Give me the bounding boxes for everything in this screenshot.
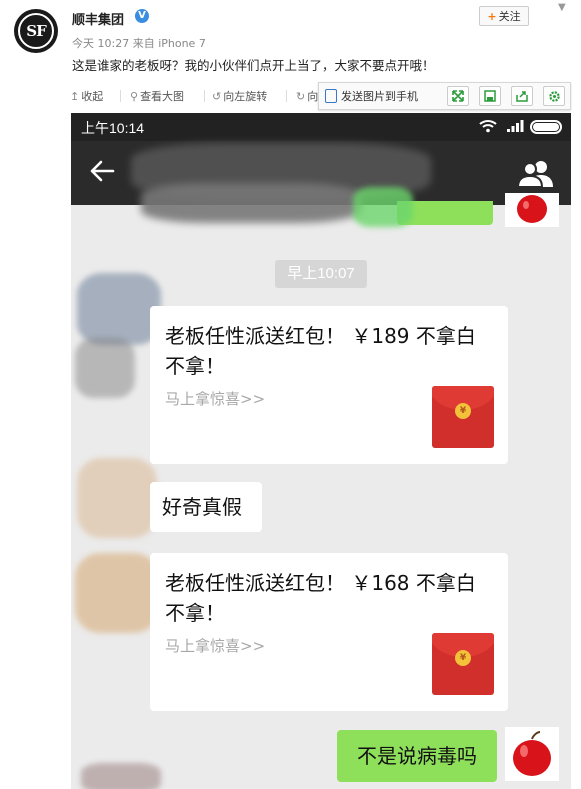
rotate-left-button[interactable]: ↺ 向左旋转 <box>212 88 267 104</box>
divider <box>204 90 205 102</box>
message-bubble-not-virus[interactable]: 不是说病毒吗 <box>337 730 497 782</box>
sender-avatar-redacted <box>77 273 161 345</box>
battery-icon <box>530 120 562 134</box>
collapse-arrow-icon: ↥ <box>70 90 80 103</box>
gear-icon[interactable] <box>543 86 565 106</box>
divider <box>286 90 287 102</box>
collapse-button[interactable]: ↥ 收起 <box>70 88 103 104</box>
rotate-right-icon: ↻ <box>296 90 306 103</box>
red-packet-subtitle: 马上拿惊喜>> <box>165 637 266 655</box>
phone-icon <box>325 89 337 103</box>
coin-icon: ¥ <box>455 650 471 666</box>
sender-avatar-redacted <box>81 763 161 789</box>
redaction-scribble <box>141 183 361 223</box>
follow-label: 关注 <box>498 10 521 23</box>
author-name[interactable]: 顺丰集团 <box>72 9 124 28</box>
send-to-phone-button[interactable]: 发送图片到手机 <box>325 88 418 104</box>
post-meta: 今天 10:27 来自 iPhone 7 <box>72 37 206 50</box>
share-icon[interactable] <box>511 86 533 106</box>
status-bar: 上午10:14 <box>71 113 571 141</box>
view-large-label: 查看大图 <box>140 90 185 103</box>
sender-avatar-redacted <box>77 458 157 538</box>
coin-icon: ¥ <box>455 403 471 419</box>
red-envelope-icon: ¥ <box>432 633 494 695</box>
apple-avatar-icon[interactable] <box>505 193 559 227</box>
verified-icon: V <box>135 9 149 23</box>
chat-screenshot[interactable]: 上午10:14 早上10:07 老板任性派送红包！ ￥189 不拿白不拿！ 马上… <box>71 113 571 789</box>
rotate-right-button[interactable]: ↻ 向 <box>296 88 318 104</box>
rotate-right-label: 向 <box>307 90 319 103</box>
send-to-phone-label: 发送图片到手机 <box>341 90 418 103</box>
collapse-label: 收起 <box>81 90 104 103</box>
red-packet-title: 老板任性派送红包！ ￥168 不拿白不拿！ <box>165 571 476 625</box>
redaction-scribble <box>353 187 413 227</box>
follow-button[interactable]: + 关注 <box>479 6 529 26</box>
post-text: 这是谁家的老板呀？我的小伙伴们点开上当了，大家不要点开哦！ <box>72 58 435 73</box>
red-packet-card[interactable]: 老板任性派送红包！ ￥168 不拿白不拿！ 马上拿惊喜>> ¥ <box>150 553 508 711</box>
save-icon[interactable] <box>479 86 501 106</box>
sender-avatar-redacted <box>75 553 159 633</box>
message-timestamp: 早上10:07 <box>275 260 367 288</box>
rotate-left-icon: ↺ <box>212 90 222 103</box>
red-packet-card[interactable]: 老板任性派送红包！ ￥189 不拿白不拿！ 马上拿惊喜>> ¥ <box>150 306 508 464</box>
magnifier-icon: ⚲ <box>130 90 139 103</box>
wifi-icon <box>479 120 497 133</box>
divider <box>120 90 121 102</box>
send-to-phone-popup: 发送图片到手机 <box>318 82 571 110</box>
red-packet-subtitle: 马上拿惊喜>> <box>165 390 266 408</box>
back-arrow-icon[interactable] <box>89 158 115 184</box>
red-packet-title: 老板任性派送红包！ ￥189 不拿白不拿！ <box>165 324 476 378</box>
view-large-button[interactable]: ⚲ 查看大图 <box>130 88 184 104</box>
expand-icon[interactable] <box>447 86 469 106</box>
contacts-icon[interactable] <box>517 159 555 189</box>
sender-avatar-redacted <box>75 338 135 398</box>
signal-icon <box>507 120 524 132</box>
author-avatar[interactable]: SF <box>14 9 58 53</box>
message-bubble-curious[interactable]: 好奇真假 <box>150 482 262 532</box>
post-header: SF 顺丰集团 V 今天 10:27 来自 iPhone 7 + 关注 ▼ 这是… <box>0 0 581 86</box>
red-envelope-icon: ¥ <box>432 386 494 448</box>
chevron-down-icon[interactable]: ▼ <box>558 2 566 13</box>
apple-avatar-icon[interactable] <box>505 727 559 781</box>
sf-logo-icon: SF <box>18 13 54 49</box>
rotate-left-label: 向左旋转 <box>223 90 268 103</box>
plus-icon: + <box>487 9 497 23</box>
status-time: 上午10:14 <box>81 120 145 136</box>
